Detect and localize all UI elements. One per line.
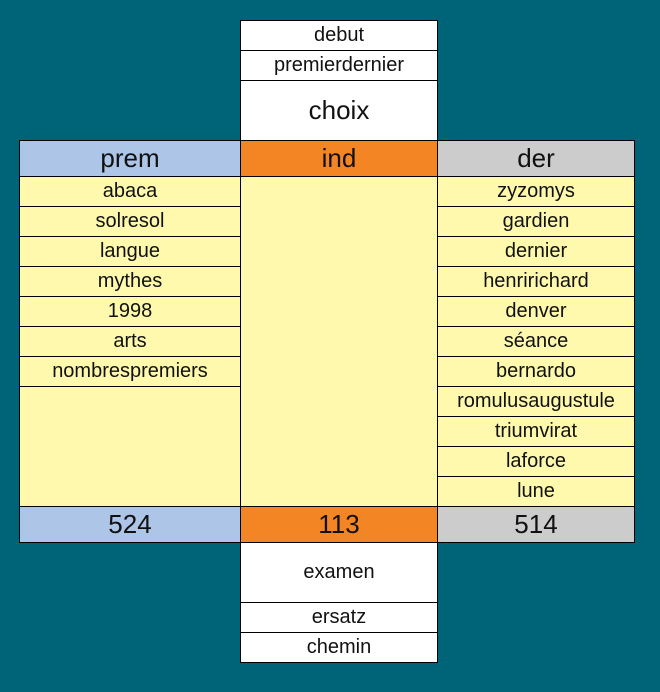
premierdernier-cell[interactable]: premierdernier	[240, 50, 438, 81]
der-list-item[interactable]: dernier	[437, 236, 635, 267]
der-list-item[interactable]: gardien	[437, 206, 635, 237]
prem-list-item[interactable]: solresol	[19, 206, 241, 237]
prem-list-item[interactable]: arts	[19, 326, 241, 357]
der-list-item[interactable]: laforce	[437, 446, 635, 477]
ersatz-cell[interactable]: ersatz	[240, 602, 438, 633]
header-prem: prem	[19, 140, 241, 177]
prem-list-item[interactable]: nombrespremiers	[19, 356, 241, 387]
der-list-item[interactable]: romulusaugustule	[437, 386, 635, 417]
header-ind: ind	[240, 140, 438, 177]
header-der: der	[437, 140, 635, 177]
der-list-item[interactable]: séance	[437, 326, 635, 357]
prem-list-item[interactable]: mythes	[19, 266, 241, 297]
der-list-item[interactable]: lune	[437, 476, 635, 507]
der-list-item[interactable]: bernardo	[437, 356, 635, 387]
total-prem: 524	[19, 506, 241, 543]
prem-list-item[interactable]: langue	[19, 236, 241, 267]
choix-cell[interactable]: choix	[240, 80, 438, 141]
der-list-item[interactable]: zyzomys	[437, 176, 635, 207]
examen-cell[interactable]: examen	[240, 542, 438, 603]
ind-list-area[interactable]	[240, 176, 438, 507]
debut-cell[interactable]: debut	[240, 20, 438, 51]
der-list-item[interactable]: triumvirat	[437, 416, 635, 447]
der-list-item[interactable]: henririchard	[437, 266, 635, 297]
der-list-item[interactable]: denver	[437, 296, 635, 327]
prem-list-item[interactable]: 1998	[19, 296, 241, 327]
chemin-cell[interactable]: chemin	[240, 632, 438, 663]
prem-list-item[interactable]: abaca	[19, 176, 241, 207]
total-ind: 113	[240, 506, 438, 543]
total-der: 514	[437, 506, 635, 543]
